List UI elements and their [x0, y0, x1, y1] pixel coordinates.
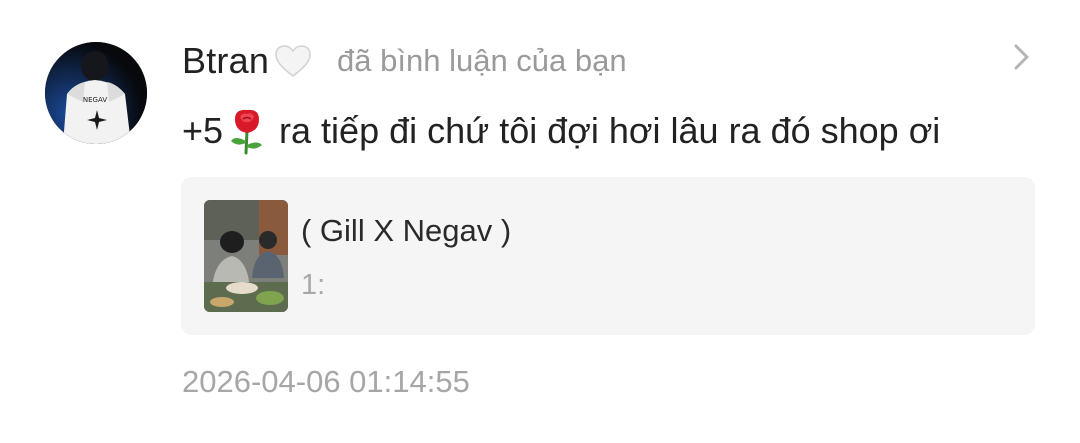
rose-icon: [225, 107, 269, 155]
post-subtitle: 1:: [301, 269, 326, 301]
chevron-right-icon[interactable]: [1010, 42, 1034, 72]
post-thumbnail: [204, 200, 288, 312]
timestamp: 2026-04-06 01:14:55: [182, 364, 470, 399]
action-text: đã bình luận của bạn: [337, 43, 627, 78]
username[interactable]: Btran: [182, 40, 269, 82]
avatar[interactable]: NEGAV: [45, 42, 147, 144]
post-preview-card[interactable]: ( Gill X Negav ) 1:: [181, 177, 1035, 335]
white-heart-icon: [273, 43, 313, 79]
post-title: ( Gill X Negav ): [301, 213, 512, 248]
comment-prefix: +5: [182, 110, 224, 151]
comment-notification[interactable]: NEGAV Btran đã bình luận của bạn +5 ra t…: [0, 0, 1080, 443]
notification-header: Btran đã bình luận của bạn: [182, 36, 627, 86]
comment-text: +5 ra tiếp đi chứ tôi đợi hơi lâu ra đó …: [182, 106, 940, 156]
comment-body: ra tiếp đi chứ tôi đợi hơi lâu ra đó sho…: [279, 110, 941, 151]
svg-text:NEGAV: NEGAV: [83, 96, 107, 104]
